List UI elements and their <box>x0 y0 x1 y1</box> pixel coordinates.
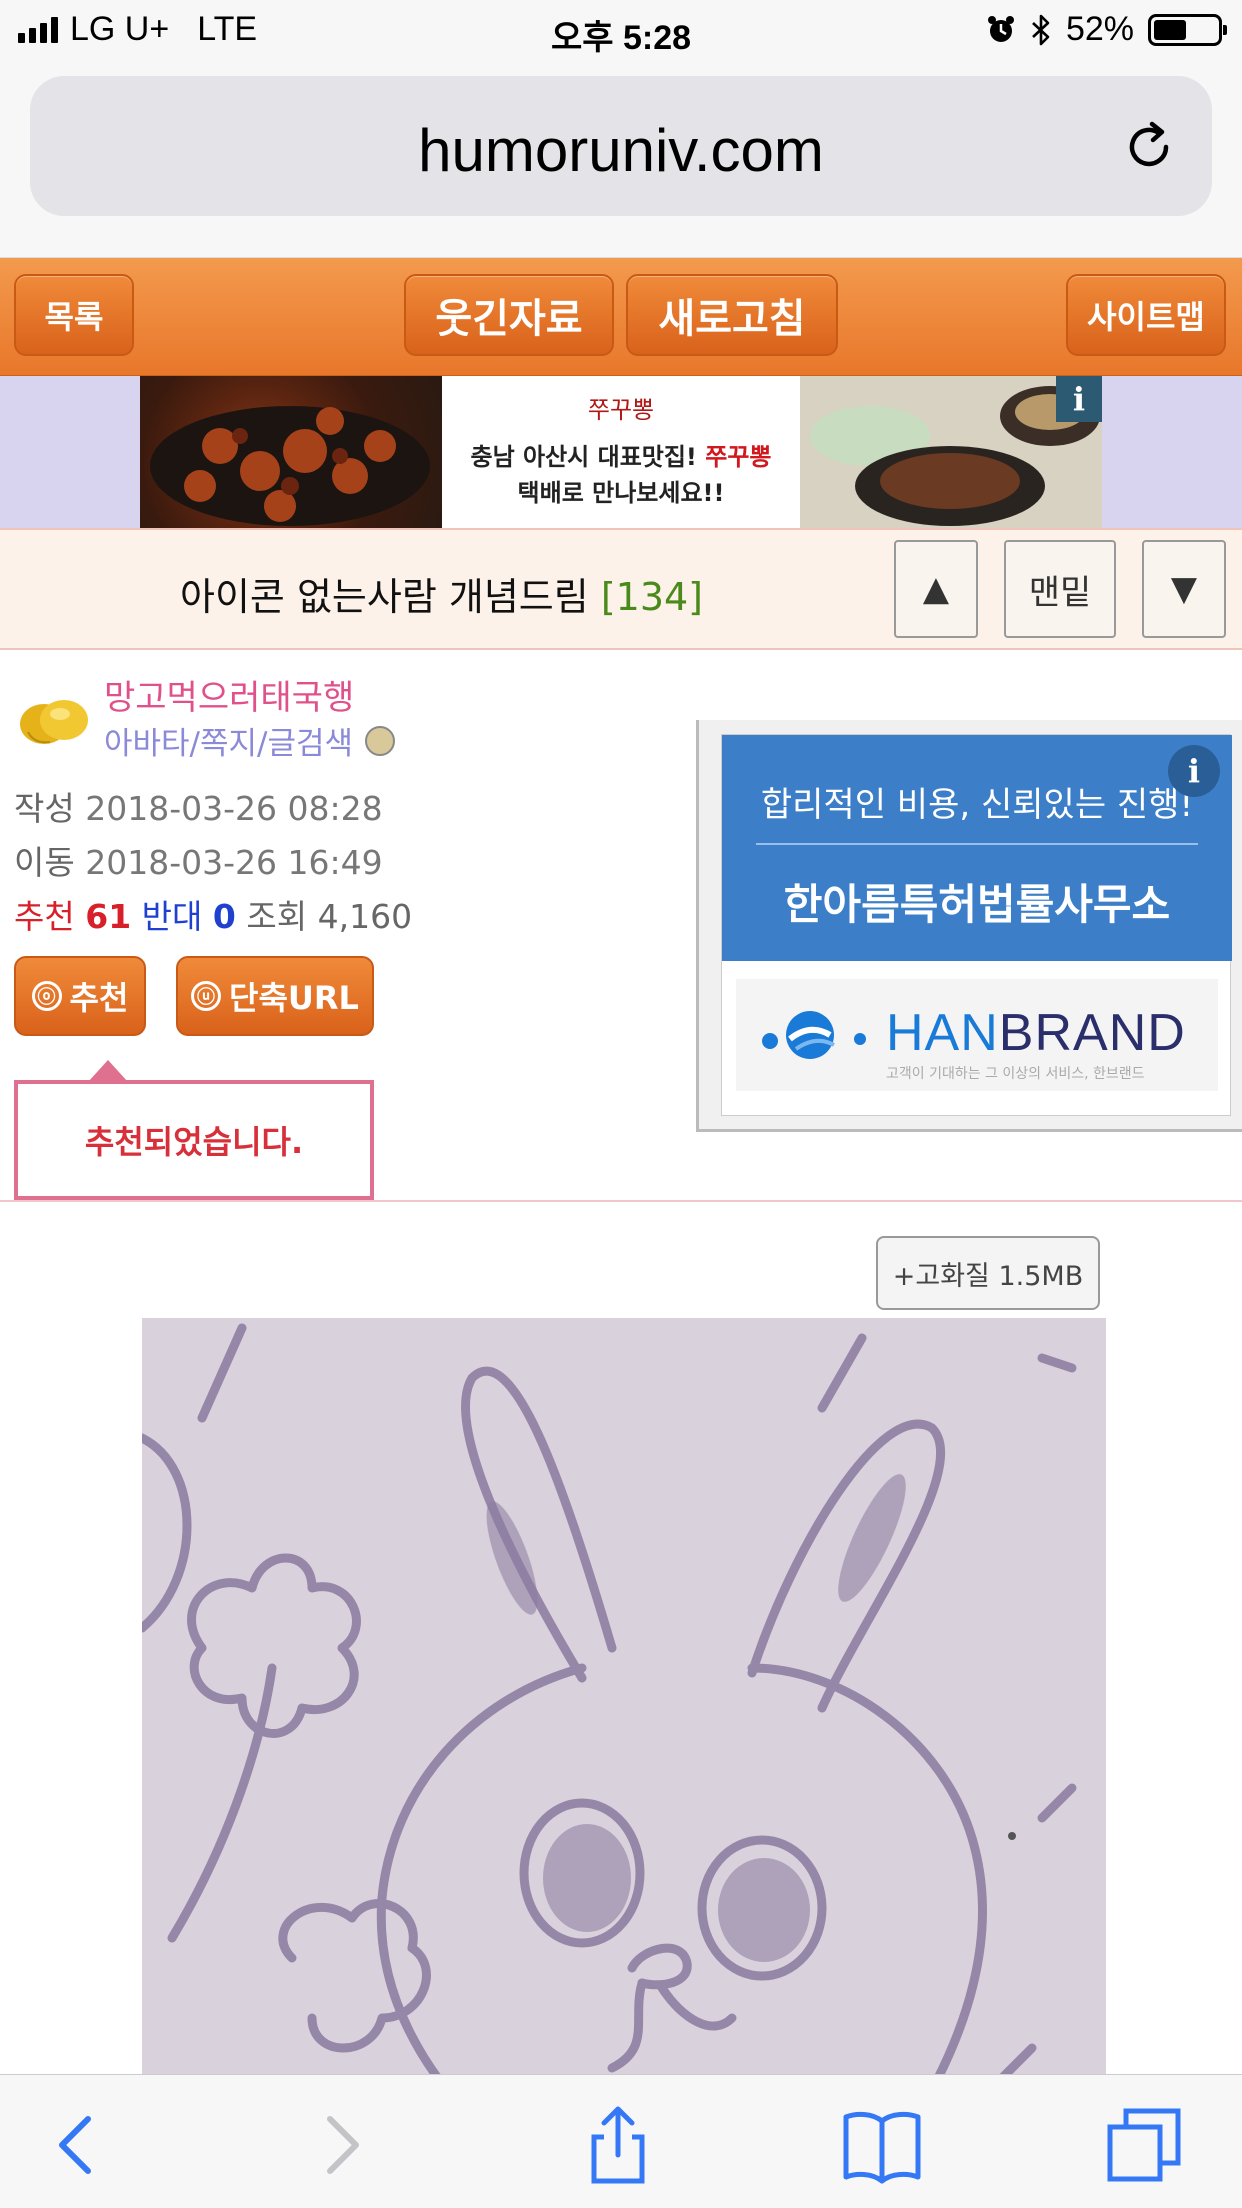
battery-icon <box>1148 13 1227 46</box>
ad-text-panel: 쭈꾸뽕 충남 아산시 대표맛집! 쭈꾸뽕 택배로 만나보세요!! <box>442 376 800 528</box>
post-title-row: 아이콘 없는사람 개념드림 [134] ▲ 맨밑 ▼ <box>0 528 1242 650</box>
top-ad-banner[interactable]: 쭈꾸뽕 충남 아산시 대표맛집! 쭈꾸뽕 택배로 만나보세요!! i <box>140 376 1102 528</box>
short-url-button-label: 단축URL <box>229 979 359 1017</box>
recommend-button[interactable]: ⓞ 추천 <box>14 956 146 1036</box>
list-button[interactable]: 목록 <box>14 274 134 356</box>
side-ad-info-icon[interactable]: i <box>1168 745 1220 797</box>
alarm-icon <box>987 15 1014 42</box>
side-ad-divider <box>756 843 1198 845</box>
battery-percent: 52% <box>1065 10 1134 48</box>
written-date-row: 작성 2018-03-26 08:28 <box>14 782 383 830</box>
moved-date: 2018-03-26 16:49 <box>85 843 383 882</box>
oppose-label: 반대 <box>141 897 203 936</box>
top-ad-strip: 쭈꾸뽕 충남 아산시 대표맛집! 쭈꾸뽕 택배로 만나보세요!! i <box>0 376 1242 528</box>
ad-brand: 쭈꾸뽕 <box>705 443 772 471</box>
ad-line-1: 충남 아산시 대표맛집! 쭈꾸뽕 <box>442 439 800 475</box>
high-quality-button[interactable]: +고화질 1.5MB <box>876 1236 1100 1310</box>
ad-line-2: 택배로 만나보세요!! <box>517 479 725 507</box>
author-nickname[interactable]: 망고먹으러태국행 <box>104 670 354 719</box>
reload-icon[interactable] <box>1120 118 1178 176</box>
written-date: 2018-03-26 08:28 <box>85 789 383 828</box>
hanbrand-wordmark: HANBRAND <box>886 1003 1186 1063</box>
ad-info-icon[interactable]: i <box>1056 376 1102 422</box>
hanbrand-rest: BRAND <box>998 1004 1186 1062</box>
side-ad-line-1: 합리적인 비용, 신뢰있는 진행! <box>760 785 1194 825</box>
author-links: 아바타/쪽지/글검색 <box>104 718 396 763</box>
bookmarks-icon[interactable] <box>842 2105 922 2185</box>
rabbit-drawing-image <box>142 1318 1106 2078</box>
moved-label: 이동 <box>14 843 75 882</box>
refresh-button[interactable]: 새로고침 <box>626 274 838 356</box>
author-links-text[interactable]: 아바타/쪽지/글검색 <box>104 718 353 763</box>
share-icon[interactable] <box>578 2105 658 2185</box>
moved-date-row: 이동 2018-03-26 16:49 <box>14 836 383 884</box>
sitemap-button[interactable]: 사이트맵 <box>1066 274 1226 356</box>
ad-food-photo-left <box>140 376 442 528</box>
funny-posts-button[interactable]: 웃긴자료 <box>404 274 614 356</box>
recommend-label: 추천 <box>14 897 75 936</box>
battery-level <box>1154 19 1187 40</box>
scroll-bottom-button[interactable]: 맨밑 <box>1004 540 1116 638</box>
oppose-count: 0 <box>212 897 236 936</box>
address-bar[interactable]: humoruniv.com <box>30 76 1212 216</box>
bluetooth-icon <box>1032 14 1050 45</box>
member-badge-icon <box>365 725 396 756</box>
food-image <box>150 406 430 526</box>
mango-avatar-icon[interactable] <box>14 688 94 754</box>
hanbrand-tagline: 고객이 기대하는 그 이상의 서비스, 한브랜드 <box>886 1066 1145 1082</box>
views-count: 4,160 <box>317 897 413 936</box>
recommend-count: 61 <box>85 897 132 936</box>
status-bar: LG U+ LTE 오후 5:28 52% <box>0 0 1242 62</box>
side-ad-header: 합리적인 비용, 신뢰있는 진행! 한아름특허법률사무소 i <box>722 735 1232 961</box>
status-right: 52% <box>986 10 1227 49</box>
scroll-up-button[interactable]: ▲ <box>894 540 978 638</box>
browser-toolbar <box>0 2074 1242 2208</box>
scroll-down-button[interactable]: ▼ <box>1142 540 1226 638</box>
site-nav-bar: 목록 웃긴자료 새로고침 사이트맵 <box>0 258 1242 376</box>
written-label: 작성 <box>14 789 75 828</box>
post-title: 아이콘 없는사람 개념드림 [134] <box>180 566 703 621</box>
ad-logo: 쭈꾸뽕 <box>587 396 655 424</box>
vote-stats-row: 추천 61 반대 0 조회 4,160 <box>14 890 412 938</box>
views-label: 조회 <box>246 897 308 936</box>
back-icon[interactable] <box>38 2105 118 2185</box>
recommend-icon: ⓞ <box>31 981 62 1011</box>
side-ad-line-2: 한아름특허법률사무소 <box>783 880 1171 929</box>
tabs-icon[interactable] <box>1104 2105 1184 2185</box>
short-url-button[interactable]: ⓤ 단축URL <box>176 956 374 1036</box>
forward-icon[interactable] <box>300 2105 380 2185</box>
post-image[interactable] <box>142 1318 1106 2078</box>
ad-line-1-text: 충남 아산시 대표맛집! <box>470 443 706 471</box>
hanbrand-han: HAN <box>886 1004 999 1062</box>
short-url-icon: ⓤ <box>191 981 222 1011</box>
url-text: humoruniv.com <box>418 117 824 184</box>
side-ad-card: 합리적인 비용, 신뢰있는 진행! 한아름특허법률사무소 i HANBRAND … <box>721 734 1232 1116</box>
browser-url-area: humoruniv.com <box>0 62 1242 258</box>
comment-count[interactable]: [134] <box>601 575 703 619</box>
hanbrand-logo-icon <box>762 1011 866 1059</box>
side-ad[interactable]: 합리적인 비용, 신뢰있는 진행! 한아름특허법률사무소 i HANBRAND … <box>696 720 1242 1132</box>
author-info-area: 망고먹으러태국행 아바타/쪽지/글검색 작성 2018-03-26 08:28 … <box>0 650 1242 1202</box>
post-title-text: 아이콘 없는사람 개념드림 <box>180 575 589 619</box>
recommend-button-label: 추천 <box>69 979 129 1017</box>
recommend-tooltip: 추천되었습니다. <box>14 1060 374 1200</box>
side-ad-brand: HANBRAND 고객이 기대하는 그 이상의 서비스, 한브랜드 <box>736 979 1218 1091</box>
